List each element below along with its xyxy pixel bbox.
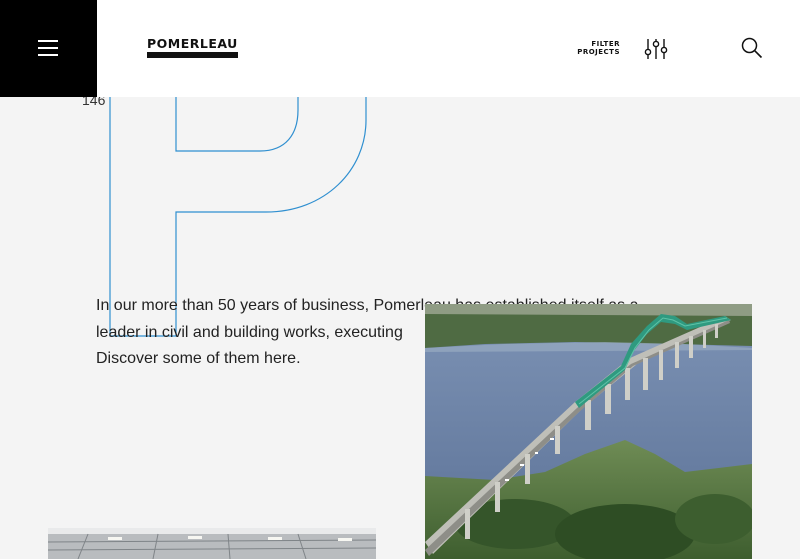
logo-text: POMERLEAU bbox=[147, 36, 238, 51]
logo-underline bbox=[147, 52, 238, 58]
filter-label-line2: PROJECTS bbox=[577, 48, 620, 56]
project-card-warehouse[interactable] bbox=[48, 528, 376, 559]
hamburger-icon-bar bbox=[38, 54, 58, 56]
project-card-bridge[interactable] bbox=[425, 304, 752, 559]
search-icon[interactable] bbox=[740, 36, 764, 60]
hamburger-icon-bar bbox=[38, 40, 58, 42]
warehouse-photo bbox=[48, 528, 376, 559]
filter-projects-button[interactable]: FILTER PROJECTS bbox=[560, 38, 670, 60]
site-header: POMERLEAU FILTER PROJECTS bbox=[0, 0, 800, 97]
hamburger-icon-bar bbox=[38, 47, 58, 49]
logo[interactable]: POMERLEAU bbox=[147, 37, 239, 58]
sliders-icon bbox=[644, 39, 668, 59]
bridge-photo bbox=[425, 304, 752, 559]
filter-label-line1: FILTER bbox=[591, 40, 620, 48]
menu-button[interactable] bbox=[0, 0, 97, 97]
filter-projects-label: FILTER PROJECTS bbox=[577, 40, 620, 56]
